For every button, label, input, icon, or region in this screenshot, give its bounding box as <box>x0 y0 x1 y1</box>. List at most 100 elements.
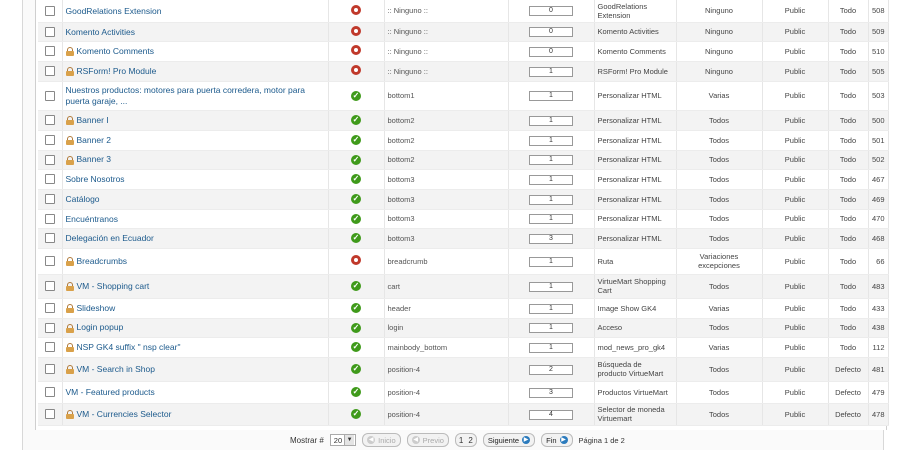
published-check-icon[interactable]: ✓ <box>351 409 361 419</box>
table-row[interactable]: Encuéntranos ✓ bottom3 1 Personalizar HTML To… <box>38 209 889 229</box>
order-input[interactable]: 1 <box>529 323 573 333</box>
start-button[interactable]: ◀ Inicio <box>362 433 401 447</box>
row-checkbox[interactable] <box>44 90 55 101</box>
row-checkbox[interactable] <box>44 342 55 352</box>
module-title-link[interactable]: Encuéntranos <box>66 214 118 224</box>
module-title-link[interactable]: Sobre Nosotros <box>66 174 125 184</box>
published-check-icon[interactable]: ✓ <box>351 90 361 101</box>
row-checkbox[interactable] <box>44 322 55 333</box>
module-title-link[interactable]: RSForm! Pro Module <box>77 66 157 76</box>
order-input[interactable]: 1 <box>529 214 573 224</box>
module-title-link[interactable]: Login popup <box>77 322 124 332</box>
published-check-icon[interactable]: ✓ <box>351 174 361 184</box>
table-row[interactable]: Banner 2 ✓ bottom2 1 Personalizar HTML Todos P… <box>38 130 889 151</box>
table-row[interactable]: Komento Comments:: Ninguno :: 0 Komento Co… <box>38 41 889 62</box>
order-input[interactable]: 1 <box>529 174 573 185</box>
table-row[interactable]: Catálogo ✓ bottom3 1 Personalizar HTML Todos P… <box>38 189 889 210</box>
published-check-icon[interactable]: ✓ <box>351 194 361 204</box>
unpublished-icon[interactable] <box>351 25 361 36</box>
module-title-link[interactable]: Banner 2 <box>77 135 112 145</box>
unpublished-icon[interactable] <box>351 45 361 55</box>
page-2-link[interactable]: 2 <box>468 436 472 445</box>
row-checkbox[interactable] <box>44 194 55 204</box>
row-checkbox[interactable] <box>44 115 55 125</box>
module-title-link[interactable]: Komento Comments <box>77 46 154 56</box>
row-checkbox[interactable] <box>44 5 55 16</box>
module-title-link[interactable]: Banner 3 <box>77 154 112 164</box>
row-checkbox[interactable] <box>44 46 55 56</box>
row-checkbox[interactable] <box>44 233 55 243</box>
order-input[interactable]: 3 <box>529 387 573 398</box>
table-row[interactable]: Delegación en Ecuador ✓ bottom3 3 Personaliz… <box>38 228 889 249</box>
row-checkbox[interactable] <box>44 26 55 37</box>
module-title-link[interactable]: Catálogo <box>66 194 100 204</box>
module-title-link[interactable]: VM - Shopping cart <box>77 281 150 291</box>
table-row[interactable]: VM - Shopping cart ✓ cart 1 VirtueMart Shopp… <box>38 274 889 299</box>
table-row[interactable]: VM - Search in Shop ✓ position-4 2 Búsqueda … <box>38 357 889 382</box>
published-check-icon[interactable]: ✓ <box>351 303 361 313</box>
table-row[interactable]: NSP GK4 suffix " nsp clear" ✓ mainbody_bot… <box>38 337 889 358</box>
unpublished-icon[interactable] <box>351 65 361 75</box>
order-input[interactable]: 1 <box>529 342 573 353</box>
end-button[interactable]: Fin ▶ <box>541 433 573 447</box>
row-checkbox[interactable] <box>44 135 55 145</box>
order-input[interactable]: 1 <box>529 155 573 165</box>
order-input[interactable]: 1 <box>529 194 573 205</box>
order-input[interactable]: 0 <box>529 6 573 17</box>
table-row[interactable]: Slideshow ✓ header 1 Image Show GK4 Varias Pub… <box>38 298 889 319</box>
order-input[interactable]: 1 <box>529 256 573 267</box>
row-checkbox[interactable] <box>44 364 55 374</box>
row-checkbox[interactable] <box>44 66 55 76</box>
next-button[interactable]: Siguiente ▶ <box>482 433 536 447</box>
order-input[interactable]: 0 <box>529 46 573 57</box>
table-row[interactable]: VM - Featured products ✓ position-4 3 Produc… <box>38 381 889 404</box>
module-title-link[interactable]: Nuestros productos: motores para puerta … <box>66 85 306 106</box>
table-row[interactable]: Komento Activities:: Ninguno :: 0 Komento … <box>38 22 889 42</box>
module-title-link[interactable]: NSP GK4 suffix " nsp clear" <box>77 342 181 352</box>
module-title-link[interactable]: Slideshow <box>77 303 116 313</box>
order-input[interactable]: 0 <box>529 27 573 37</box>
table-row[interactable]: Sobre Nosotros ✓ bottom3 1 Personalizar HTML… <box>38 169 889 190</box>
limit-select[interactable]: 20 ▼ <box>329 434 357 446</box>
order-input[interactable]: 2 <box>529 364 573 375</box>
order-input[interactable]: 1 <box>529 281 573 292</box>
prev-button[interactable]: ◀ Previo <box>406 433 449 447</box>
order-input[interactable]: 1 <box>529 66 573 77</box>
published-check-icon[interactable]: ✓ <box>351 387 361 397</box>
module-title-link[interactable]: Breadcrumbs <box>77 256 128 266</box>
row-checkbox[interactable] <box>44 213 55 224</box>
module-title-link[interactable]: VM - Search in Shop <box>77 364 155 374</box>
unpublished-icon[interactable] <box>351 4 361 15</box>
table-row[interactable]: GoodRelations Extension:: Ninguno :: 0 Goo… <box>38 0 889 23</box>
published-check-icon[interactable]: ✓ <box>351 115 361 125</box>
row-checkbox[interactable] <box>44 387 55 397</box>
published-check-icon[interactable]: ✓ <box>351 213 361 224</box>
table-row[interactable]: Breadcrumbs breadcrumb 1 Ruta Variaciones ex… <box>38 248 889 275</box>
published-check-icon[interactable]: ✓ <box>351 342 361 352</box>
published-check-icon[interactable]: ✓ <box>351 154 361 165</box>
table-row[interactable]: VM - Currencies Selector ✓ position-4 4 Sele… <box>38 403 889 426</box>
table-row[interactable]: RSForm! Pro Module:: Ninguno :: 1 RSForm! … <box>38 61 889 82</box>
table-row[interactable]: Nuestros productos: motores para puerta … <box>38 81 889 111</box>
order-input[interactable]: 3 <box>529 233 573 244</box>
order-input[interactable]: 1 <box>529 115 573 126</box>
row-checkbox[interactable] <box>44 174 55 184</box>
table-row[interactable]: Banner 3 ✓ bottom2 1 Personalizar HTML Todos P… <box>38 150 889 170</box>
table-row[interactable]: Login popup ✓ login 1 Acceso Todos Public Todo 4… <box>38 318 889 338</box>
table-row[interactable]: Banner I ✓ bottom2 1 Personalizar HTML Todos P… <box>38 110 889 131</box>
row-checkbox[interactable] <box>44 281 55 291</box>
page-1-link[interactable]: 1 <box>459 436 463 445</box>
module-title-link[interactable]: Delegación en Ecuador <box>66 233 154 243</box>
order-input[interactable]: 1 <box>529 303 573 314</box>
module-title-link[interactable]: VM - Featured products <box>66 387 155 397</box>
module-title-link[interactable]: Komento Activities <box>66 27 135 37</box>
module-title-link[interactable]: Banner I <box>77 115 109 125</box>
module-title-link[interactable]: GoodRelations Extension <box>66 6 162 16</box>
published-check-icon[interactable]: ✓ <box>351 281 361 291</box>
published-check-icon[interactable]: ✓ <box>351 322 361 333</box>
order-input[interactable]: 1 <box>529 135 573 146</box>
order-input[interactable]: 1 <box>529 91 573 101</box>
unpublished-icon[interactable] <box>351 255 361 265</box>
published-check-icon[interactable]: ✓ <box>351 364 361 374</box>
row-checkbox[interactable] <box>44 409 55 419</box>
